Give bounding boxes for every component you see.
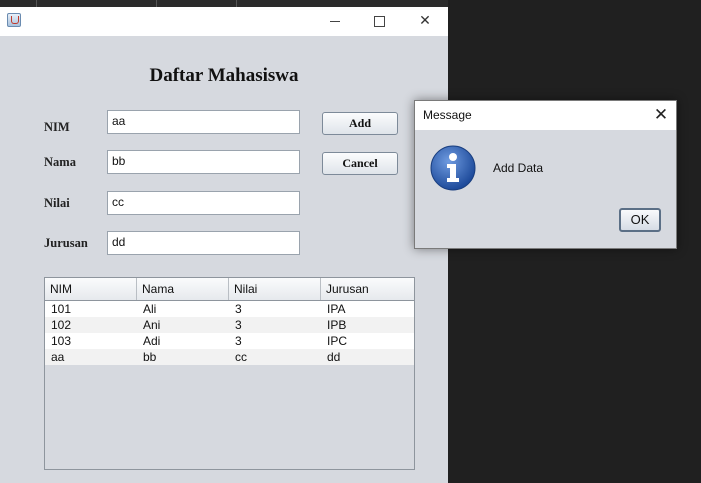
dialog-title: Message xyxy=(423,108,472,122)
cancel-button[interactable]: Cancel xyxy=(322,152,398,175)
table-body: 101 Ali 3 IPA 102 Ani 3 IPB 103 Adi 3 IP… xyxy=(45,301,414,365)
table-row[interactable]: aa bb cc dd xyxy=(45,349,414,365)
dialog-message: Add Data xyxy=(493,161,544,175)
student-table[interactable]: NIM Nama Nilai Jurusan 101 Ali 3 IPA 102… xyxy=(44,277,415,470)
table-row[interactable]: 101 Ali 3 IPA xyxy=(45,301,414,317)
cell-nilai: 3 xyxy=(235,302,242,316)
strip-divider xyxy=(36,0,37,7)
cell-nilai: 3 xyxy=(235,334,242,348)
minimize-icon xyxy=(330,20,340,22)
close-icon: ✕ xyxy=(419,13,431,29)
strip-divider xyxy=(156,0,157,7)
dialog-titlebar[interactable]: Message ✕ xyxy=(415,101,676,130)
java-app-icon[interactable] xyxy=(7,13,21,27)
dialog-close-button[interactable]: ✕ xyxy=(651,105,671,125)
column-header-nilai[interactable]: Nilai xyxy=(229,278,321,300)
main-window: ✕ Daftar Mahasiswa NIM aa Nama bb Nilai … xyxy=(0,7,448,483)
cell-nim: 102 xyxy=(51,318,72,332)
jurusan-input[interactable]: dd xyxy=(107,231,300,255)
cell-nilai: cc xyxy=(235,350,247,364)
page-title: Daftar Mahasiswa xyxy=(149,65,299,86)
column-header-nama[interactable]: Nama xyxy=(137,278,229,300)
table-row[interactable]: 103 Adi 3 IPC xyxy=(45,333,414,349)
column-header-nim[interactable]: NIM xyxy=(45,278,137,300)
close-button[interactable]: ✕ xyxy=(402,7,448,36)
info-icon xyxy=(430,145,476,191)
nim-label: NIM xyxy=(44,120,70,134)
nim-input[interactable]: aa xyxy=(107,110,300,134)
minimize-button[interactable] xyxy=(312,7,358,36)
strip-divider xyxy=(236,0,237,7)
cell-jurusan: dd xyxy=(327,350,341,364)
desktop: ✕ Daftar Mahasiswa NIM aa Nama bb Nilai … xyxy=(0,0,701,483)
cell-jurusan: IPC xyxy=(327,334,348,348)
jurusan-label: Jurusan xyxy=(44,236,88,250)
cell-nama: Ani xyxy=(143,318,161,332)
cell-nilai: 3 xyxy=(235,318,242,332)
close-icon: ✕ xyxy=(653,105,669,125)
cell-nama: Adi xyxy=(143,334,161,348)
cell-nama: bb xyxy=(143,350,157,364)
message-dialog: Message ✕ Add Data OK xyxy=(414,100,677,249)
table-row[interactable]: 102 Ani 3 IPB xyxy=(45,317,414,333)
cell-jurusan: IPA xyxy=(327,302,346,316)
cell-nim: 103 xyxy=(51,334,72,348)
cell-jurusan: IPB xyxy=(327,318,347,332)
nilai-input[interactable]: cc xyxy=(107,191,300,215)
nama-label: Nama xyxy=(44,155,76,169)
add-button[interactable]: Add xyxy=(322,112,398,135)
column-header-jurusan[interactable]: Jurusan xyxy=(321,278,414,300)
cell-nim: aa xyxy=(51,350,65,364)
maximize-button[interactable] xyxy=(356,7,402,36)
maximize-icon xyxy=(373,15,385,27)
nama-input[interactable]: bb xyxy=(107,150,300,174)
ok-button[interactable]: OK xyxy=(619,208,661,232)
cell-nim: 101 xyxy=(51,302,72,316)
nilai-label: Nilai xyxy=(44,196,70,210)
taskbar-strip xyxy=(0,0,448,7)
window-titlebar[interactable]: ✕ xyxy=(0,7,448,36)
table-header: NIM Nama Nilai Jurusan xyxy=(45,278,414,301)
cell-nama: Ali xyxy=(143,302,157,316)
